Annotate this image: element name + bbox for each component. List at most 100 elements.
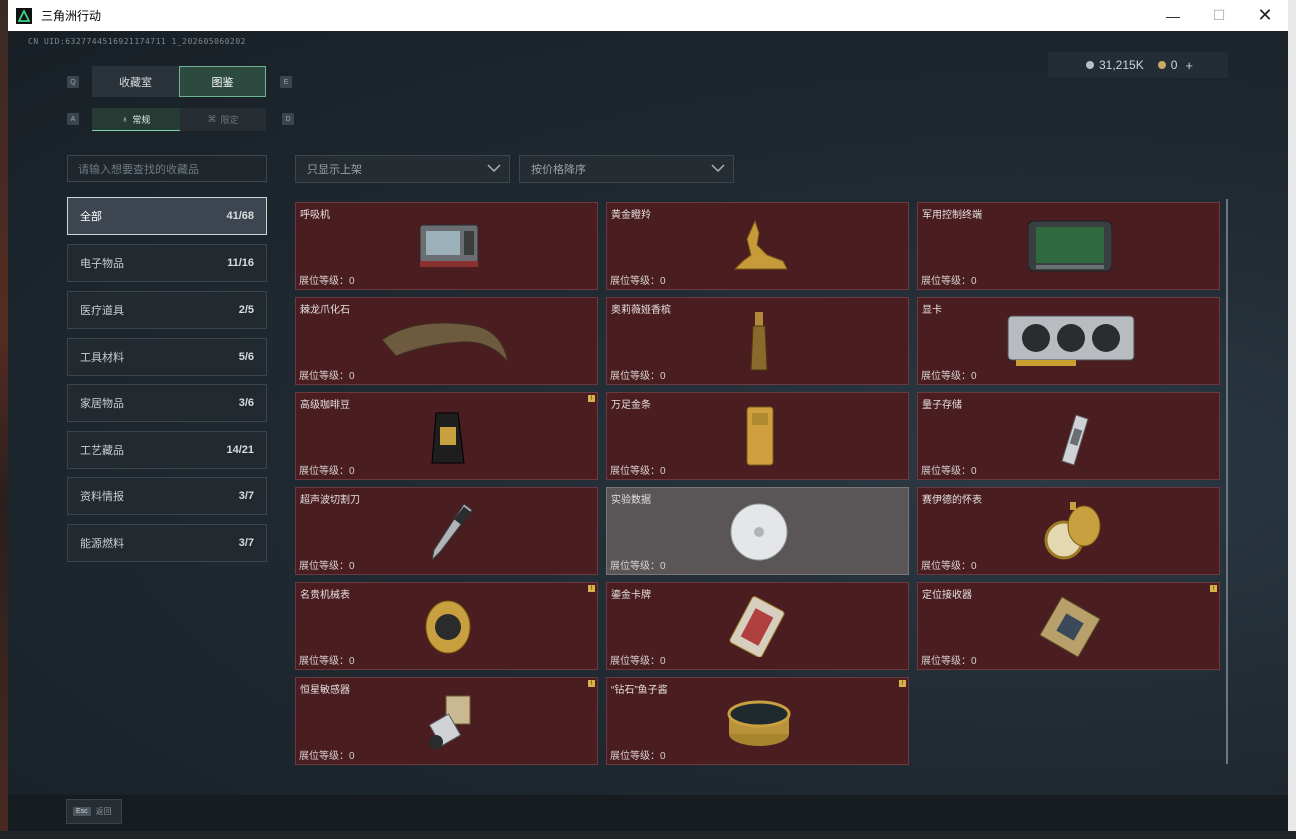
item-card-luxury-watch[interactable]: 名贵机械表 ! 展位等级：0	[295, 582, 598, 670]
usb-drive-icon	[1061, 414, 1089, 466]
item-card-olivia-champagne[interactable]: 奥莉薇娅香槟 展位等级：0	[606, 297, 909, 385]
chevron-down-icon	[487, 162, 501, 176]
item-card-positioning-receiver[interactable]: 定位接收器 ! 展位等级：0	[917, 582, 1220, 670]
caviar-tin-icon	[727, 700, 791, 746]
item-card-experiment-data[interactable]: 实验数据 展位等级：0	[606, 487, 909, 575]
category-count: 3/6	[238, 397, 254, 409]
subtab-limited[interactable]: ⌘ 限定	[180, 108, 266, 131]
category-label: 家居物品	[80, 398, 124, 410]
category-tools[interactable]: 工具材料 5/6	[67, 338, 267, 376]
desktop-background-bottom	[0, 831, 1296, 839]
item-level: 展位等级：0	[299, 371, 355, 382]
app-window: 三角洲行动 — ☐ ✕ CN UID:6327744516921174711 1…	[8, 0, 1288, 831]
category-label: 医疗道具	[80, 305, 124, 317]
item-card-quantum-storage[interactable]: 量子存储 展位等级：0	[917, 392, 1220, 480]
grid-scrollbar[interactable]	[1226, 199, 1228, 764]
category-label: 能源燃料	[80, 538, 124, 550]
maximize-button[interactable]: ☐	[1196, 0, 1242, 31]
subtab-normal[interactable]: ♁ 常规	[92, 108, 180, 131]
normal-icon: ♁	[121, 114, 129, 124]
limited-icon: ⌘	[207, 114, 217, 124]
data-disc-icon	[730, 503, 788, 561]
item-name: 赛伊德的怀表	[922, 495, 982, 506]
back-button[interactable]: Esc 返回	[66, 799, 122, 824]
item-level: 展位等级：0	[299, 276, 355, 287]
item-card-star-sensor[interactable]: 恒星敏感器 ! 展位等级：0	[295, 677, 598, 765]
item-name: 恒星敏感器	[300, 685, 350, 696]
category-medical[interactable]: 医疗道具 2/5	[67, 291, 267, 329]
item-name: 呼吸机	[300, 210, 330, 221]
item-level: 展位等级：0	[299, 751, 355, 762]
window-title: 三角洲行动	[41, 9, 102, 23]
luxury-watch-icon	[425, 600, 471, 654]
footer-bar	[8, 795, 1288, 831]
item-name: 军用控制终端	[922, 210, 982, 221]
item-card-gilded-card[interactable]: 鎏金卡牌 展位等级：0	[606, 582, 909, 670]
new-badge: !	[899, 680, 906, 687]
item-name: 名贵机械表	[300, 590, 350, 601]
category-electronics[interactable]: 电子物品 11/16	[67, 244, 267, 282]
category-count: 14/21	[226, 444, 254, 456]
item-card-graphics-card[interactable]: 显卡 展位等级：0	[917, 297, 1220, 385]
category-label: 电子物品	[80, 258, 124, 270]
category-count: 41/68	[226, 210, 254, 222]
military-terminal-icon	[1028, 220, 1112, 272]
category-label: 工艺藏品	[80, 445, 124, 457]
minimize-button[interactable]: —	[1150, 0, 1196, 31]
search-input[interactable]: 请输入想要查找的收藏品	[67, 155, 267, 182]
category-intel[interactable]: 资料情报 3/7	[67, 477, 267, 515]
item-name: 黄金瞪羚	[611, 210, 651, 221]
pocket-watch-icon	[1044, 502, 1101, 560]
gold-bar-icon	[746, 406, 774, 466]
item-level: 展位等级：0	[610, 751, 666, 762]
category-crafts[interactable]: 工艺藏品 14/21	[67, 431, 267, 469]
subtab-limited-label: 限定	[220, 115, 239, 125]
ventilator-icon	[419, 224, 479, 267]
item-level: 展位等级：0	[921, 276, 977, 287]
item-level: 展位等级：0	[610, 656, 666, 667]
back-label: 返回	[95, 807, 112, 816]
new-badge: !	[588, 680, 595, 687]
shelf-filter-dropdown[interactable]: 只显示上架	[295, 155, 510, 183]
sort-label: 按价格降序	[531, 164, 586, 176]
item-level: 展位等级：0	[610, 561, 666, 572]
category-count: 2/5	[238, 304, 254, 316]
category-energy[interactable]: 能源燃料 3/7	[67, 524, 267, 562]
silver-coin-icon	[1086, 61, 1094, 69]
title-bar[interactable]: 三角洲行动 — ☐ ✕	[8, 0, 1288, 31]
category-label: 资料情报	[80, 491, 124, 503]
item-card-caviar[interactable]: “钻石”鱼子酱 ! 展位等级：0	[606, 677, 909, 765]
category-all[interactable]: 全部 41/68	[67, 197, 267, 235]
item-level: 展位等级：0	[299, 466, 355, 477]
add-currency-button[interactable]: +	[1185, 58, 1193, 73]
item-level: 展位等级：0	[921, 466, 977, 477]
item-card-military-terminal[interactable]: 军用控制终端 展位等级：0	[917, 202, 1220, 290]
player-uid: CN UID:6327744516921174711 1_20260506020…	[28, 37, 246, 46]
new-badge: !	[1210, 585, 1217, 592]
tab-catalog[interactable]: 图鉴	[179, 66, 266, 97]
item-card-ventilator[interactable]: 呼吸机 展位等级：0	[295, 202, 598, 290]
dinosaur-claw-icon	[381, 322, 509, 363]
item-level: 展位等级：0	[299, 656, 355, 667]
desktop-background-left	[0, 0, 8, 839]
item-card-golden-gazelle[interactable]: 黄金瞪羚 展位等级：0	[606, 202, 909, 290]
item-card-coffee-beans[interactable]: 高级咖啡豆 ! 展位等级：0	[295, 392, 598, 480]
item-name: 超声波切割刀	[300, 495, 360, 506]
receiver-icon	[1039, 596, 1101, 657]
chevron-down-icon	[711, 162, 725, 176]
tab-collection[interactable]: 收藏室	[92, 66, 179, 97]
sort-dropdown[interactable]: 按价格降序	[519, 155, 734, 183]
subtab-normal-label: 常规	[132, 114, 151, 125]
item-name: 高级咖啡豆	[300, 400, 350, 411]
close-button[interactable]: ✕	[1242, 0, 1288, 31]
item-level: 展位等级：0	[610, 466, 666, 477]
category-home[interactable]: 家居物品 3/6	[67, 384, 267, 422]
item-card-ultrasonic-knife[interactable]: 超声波切割刀 展位等级：0	[295, 487, 598, 575]
item-name: 棘龙爪化石	[300, 305, 350, 316]
item-card-pocket-watch[interactable]: 赛伊德的怀表 展位等级：0	[917, 487, 1220, 575]
gold-amount: 0	[1170, 58, 1178, 72]
new-badge: !	[588, 395, 595, 402]
silver-amount: 31,215K	[1099, 58, 1144, 72]
item-card-spinosaurus-claw[interactable]: 棘龙爪化石 展位等级：0	[295, 297, 598, 385]
item-card-gold-bar[interactable]: 万足金条 展位等级：0	[606, 392, 909, 480]
